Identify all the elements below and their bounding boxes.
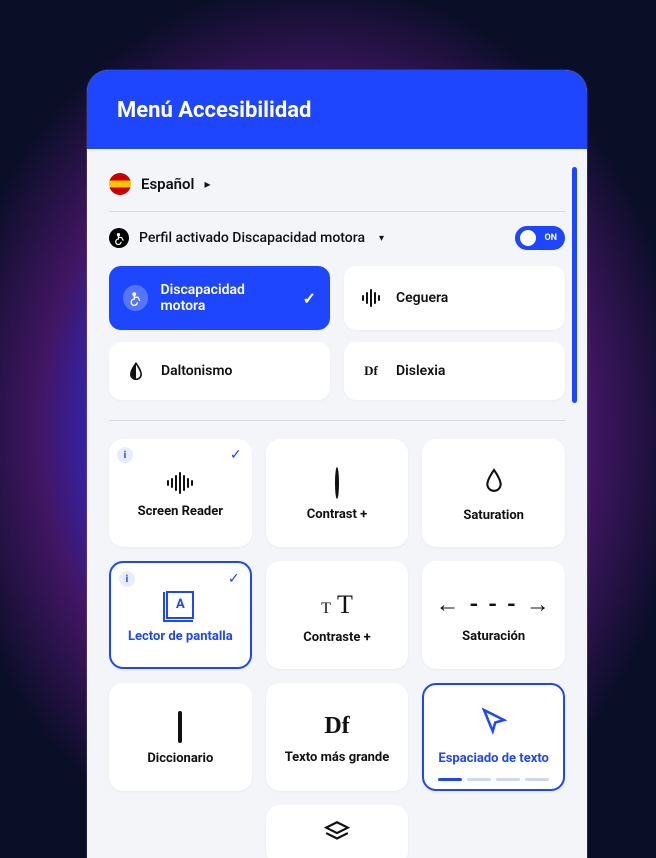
profile-daltonism[interactable]: Daltonismo bbox=[109, 342, 330, 400]
chevron-right-icon: ▸ bbox=[204, 177, 210, 191]
active-profile-row: Perfil activado Discapacidad motora ▾ ON bbox=[109, 226, 565, 266]
text-size-icon: T T bbox=[321, 590, 353, 620]
tool-bigger-text[interactable]: Df Texto más grande bbox=[266, 683, 409, 791]
active-profile-dropdown[interactable]: Perfil activado Discapacidad motora ▾ bbox=[109, 228, 384, 248]
scrollbar[interactable] bbox=[572, 167, 577, 403]
tool-label: Contrast + bbox=[307, 507, 367, 522]
language-selector[interactable]: Español ▸ bbox=[109, 167, 565, 211]
tool-saturation-es[interactable]: ← - - - → Saturación bbox=[422, 561, 565, 669]
tool-label: Texto más grande bbox=[285, 750, 390, 765]
contrast-icon bbox=[335, 469, 339, 497]
toggle-label: ON bbox=[544, 233, 557, 243]
divider bbox=[109, 420, 565, 421]
profile-toggle[interactable]: ON bbox=[515, 226, 565, 250]
drop-icon bbox=[484, 468, 504, 498]
tool-label: Saturation bbox=[463, 508, 524, 523]
tool-dictionary[interactable]: Diccionario bbox=[109, 683, 252, 791]
profile-label: Daltonismo bbox=[161, 363, 232, 379]
cursor-icon bbox=[479, 705, 509, 741]
tool-label: Diccionario bbox=[147, 751, 213, 766]
profile-blind[interactable]: Ceguera bbox=[344, 266, 565, 330]
panel-header: Menú Accesibilidad bbox=[87, 70, 587, 149]
panel-content: Español ▸ Perfil activado Discapacidad m… bbox=[87, 149, 587, 858]
check-icon: ✓ bbox=[230, 447, 242, 463]
link-icon bbox=[178, 713, 182, 741]
check-icon: ✓ bbox=[228, 571, 240, 587]
tools-grid: i ✓ Screen Reader Contrast + Saturation … bbox=[109, 439, 565, 858]
profile-label: Discapacidad motora bbox=[160, 282, 290, 314]
info-icon[interactable]: i bbox=[117, 447, 133, 463]
drop-icon bbox=[123, 358, 149, 384]
info-icon[interactable]: i bbox=[119, 571, 135, 587]
check-icon: ✓ bbox=[303, 289, 316, 308]
spain-flag-icon bbox=[109, 173, 131, 195]
soundwave-icon bbox=[358, 285, 384, 311]
wheelchair-icon bbox=[123, 285, 148, 311]
divider bbox=[109, 211, 565, 212]
book-icon: A bbox=[166, 591, 194, 619]
tool-screen-reader-en[interactable]: i ✓ Screen Reader bbox=[109, 439, 252, 547]
accessibility-icon bbox=[109, 228, 129, 248]
tool-contrast-en[interactable]: Contrast + bbox=[266, 439, 409, 547]
chevron-down-icon: ▾ bbox=[379, 233, 384, 244]
accessibility-panel: Menú Accesibilidad Español ▸ Perfil acti… bbox=[87, 70, 587, 858]
spacing-icon: ← - - - → bbox=[436, 590, 552, 619]
tool-label: Saturación bbox=[462, 629, 525, 644]
profile-label: Dislexia bbox=[396, 363, 445, 379]
active-profile-label: Perfil activado Discapacidad motora bbox=[139, 230, 365, 246]
tool-text-spacing[interactable]: Espaciado de texto bbox=[422, 683, 565, 791]
df-icon: Df bbox=[358, 358, 384, 384]
tool-label: Contraste + bbox=[303, 630, 370, 645]
profile-label: Ceguera bbox=[396, 290, 448, 306]
panel-title: Menú Accesibilidad bbox=[117, 98, 311, 123]
tool-screen-reader-es[interactable]: i ✓ A Lector de pantalla bbox=[109, 561, 252, 669]
profile-motor[interactable]: Discapacidad motora ✓ bbox=[109, 266, 330, 330]
progress-indicator bbox=[438, 778, 549, 781]
tool-contrast-es[interactable]: T T Contraste + bbox=[266, 561, 409, 669]
profile-grid: Discapacidad motora ✓ Ceguera Daltonismo… bbox=[109, 266, 565, 400]
tool-saturation-en[interactable]: Saturation bbox=[422, 439, 565, 547]
tool-label: Lector de pantalla bbox=[128, 629, 233, 644]
df-icon: Df bbox=[324, 713, 349, 740]
layers-icon bbox=[324, 819, 350, 851]
tool-label: Espaciado de texto bbox=[438, 751, 549, 766]
soundwave-icon bbox=[167, 472, 193, 494]
tool-extra[interactable] bbox=[266, 805, 409, 858]
profile-dyslexia[interactable]: Df Dislexia bbox=[344, 342, 565, 400]
language-label: Español bbox=[141, 175, 194, 193]
tool-label: Screen Reader bbox=[138, 504, 223, 519]
